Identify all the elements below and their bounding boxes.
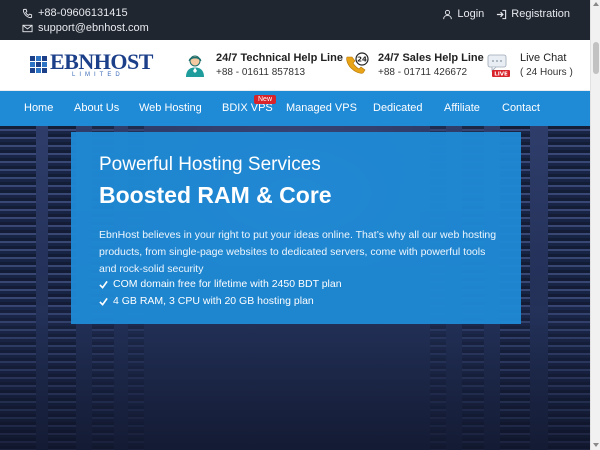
envelope-icon <box>22 24 33 32</box>
logo-wordmark: EBNHOST <box>50 49 153 74</box>
hero-feature-item: 4 GB RAM, 3 CPU with 20 GB hosting plan <box>99 295 314 307</box>
nav-affiliate[interactable]: Affiliate <box>444 102 480 114</box>
hero-headline: Boosted RAM & Core <box>99 182 332 208</box>
registration-link[interactable]: Registration <box>496 8 570 20</box>
scroll-up-icon[interactable] <box>593 2 599 6</box>
nav-managed-vps[interactable]: Managed VPS <box>286 102 357 114</box>
logo-mark-icon <box>30 56 47 73</box>
scroll-down-icon[interactable] <box>593 443 599 447</box>
logo-subline: LIMITED <box>72 72 124 78</box>
registration-label: Registration <box>511 8 570 20</box>
page-scrollbar[interactable] <box>590 0 600 450</box>
nav-contact[interactable]: Contact <box>502 102 540 114</box>
nav-about-us[interactable]: About Us <box>74 102 119 114</box>
tech-help-title: 24/7 Technical Help Line <box>216 52 343 64</box>
email-address: support@ebnhost.com <box>38 22 149 34</box>
check-icon <box>99 280 108 289</box>
auth-links: Login Registration <box>442 8 570 20</box>
ebnhost-logo[interactable]: EBNHOST LIMITED <box>30 51 153 78</box>
email-contact[interactable]: support@ebnhost.com <box>22 22 149 34</box>
sales-help-phone: +88 - 01711 426672 <box>378 67 468 78</box>
sales-help-title: 24/7 Sales Help Line <box>378 52 484 64</box>
hero-content-card: Powerful Hosting Services Boosted RAM & … <box>71 132 521 324</box>
hero-feature-item: COM domain free for lifetime with 2450 B… <box>99 278 342 290</box>
nav-home[interactable]: Home <box>24 102 53 114</box>
user-icon <box>443 9 453 19</box>
phone-24-icon: 24 <box>346 52 369 74</box>
new-badge: New <box>254 95 277 104</box>
live-chat-hours: ( 24 Hours ) <box>520 67 573 78</box>
site-header: EBNHOST LIMITED 24/7 Technical Help Line… <box>0 40 590 91</box>
support-agent-icon <box>186 55 204 77</box>
live-chat[interactable]: LIVE Live Chat ( 24 Hours ) <box>486 52 573 78</box>
tech-help-phone: +88 - 01611 857813 <box>216 67 306 78</box>
hero-feature-text: 4 GB RAM, 3 CPU with 20 GB hosting plan <box>113 295 314 307</box>
sign-in-icon <box>497 9 507 19</box>
hero-feature-text: COM domain free for lifetime with 2450 B… <box>113 278 342 290</box>
main-navigation: Home About Us Web Hosting BDIX VPS New M… <box>0 91 590 126</box>
technical-helpline[interactable]: 24/7 Technical Help Line +88 - 01611 857… <box>182 52 343 78</box>
sales-helpline[interactable]: 24 24/7 Sales Help Line +88 - 01711 4266… <box>344 52 484 78</box>
hero-description: EbnHost believes in your right to put yo… <box>99 229 497 275</box>
check-icon <box>99 297 108 306</box>
scrollbar-thumb[interactable] <box>593 42 599 74</box>
nav-dedicated[interactable]: Dedicated <box>373 102 423 114</box>
hero-floor <box>0 306 590 450</box>
top-bar: +88-09606131415 support@ebnhost.com Logi… <box>0 0 590 40</box>
phone-contact[interactable]: +88-09606131415 <box>22 7 128 19</box>
login-label: Login <box>457 8 485 20</box>
live-chat-title: Live Chat <box>520 52 567 64</box>
login-link[interactable]: Login <box>442 8 484 20</box>
nav-web-hosting[interactable]: Web Hosting <box>139 102 202 114</box>
chat-bubble-icon: LIVE <box>487 54 510 78</box>
svg-text:24: 24 <box>357 56 367 64</box>
hero-kicker: Powerful Hosting Services <box>99 154 321 175</box>
svg-text:LIVE: LIVE <box>494 72 508 78</box>
phone-icon <box>22 8 33 18</box>
phone-number: +88-09606131415 <box>38 7 128 19</box>
